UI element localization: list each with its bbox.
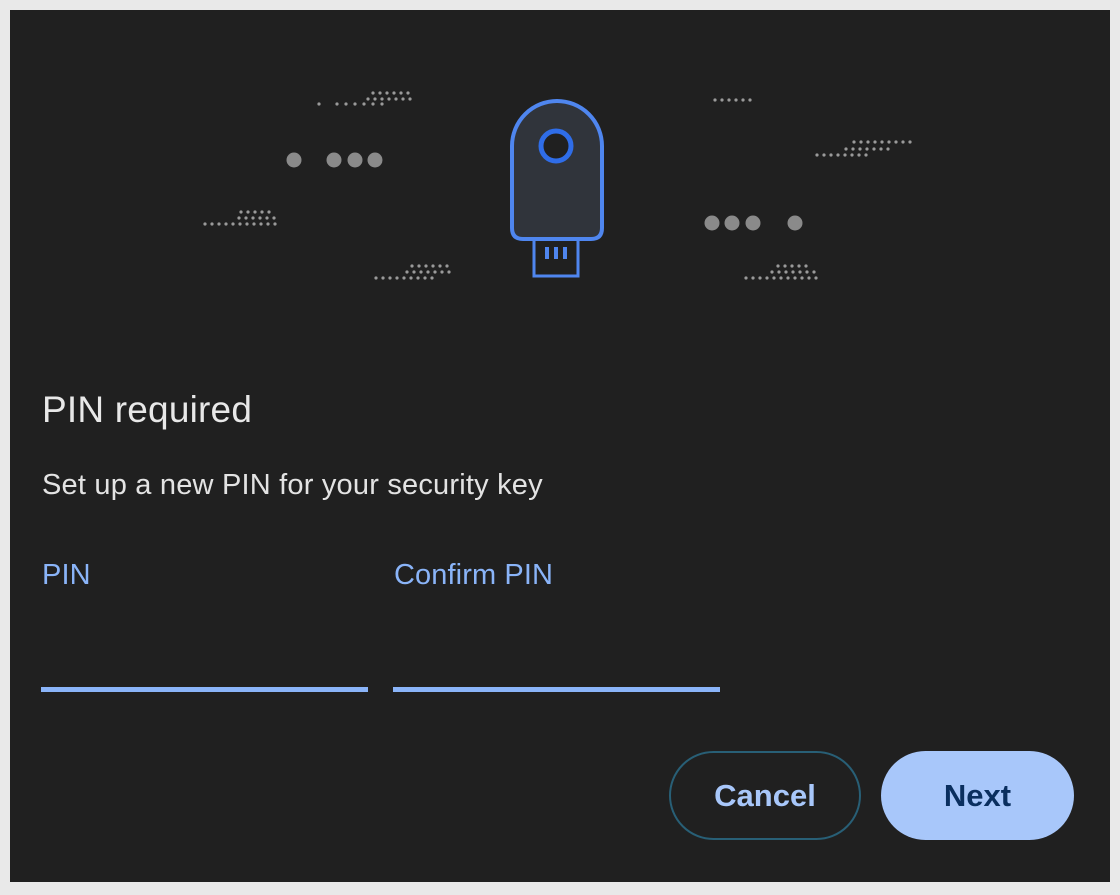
- decorative-dots: [203, 210, 277, 226]
- decorative-dots: [286, 152, 383, 168]
- dialog-title: PIN required: [42, 389, 253, 430]
- next-button[interactable]: Next: [881, 751, 1074, 840]
- pin-field: PIN: [41, 558, 368, 694]
- decorative-dots: [815, 140, 912, 157]
- confirm-pin-input[interactable]: [393, 612, 720, 692]
- decorative-dots: [374, 264, 451, 280]
- security-key-illustration: [203, 91, 912, 280]
- decorative-dots: [713, 98, 752, 102]
- confirm-pin-label: Confirm PIN: [394, 559, 554, 591]
- confirm-pin-field: Confirm PIN: [393, 558, 720, 694]
- dialog-description: Set up a new PIN for your security key: [42, 469, 543, 501]
- pin-label: PIN: [42, 559, 91, 591]
- cancel-button[interactable]: Cancel: [669, 751, 861, 840]
- pin-dialog: PIN required Set up a new PIN for your s…: [10, 10, 1110, 882]
- pin-input[interactable]: [41, 612, 368, 692]
- security-key-icon: [510, 99, 604, 278]
- decorative-dots: [317, 91, 412, 106]
- decorative-dots: [744, 264, 818, 280]
- decorative-dots: [704, 215, 803, 231]
